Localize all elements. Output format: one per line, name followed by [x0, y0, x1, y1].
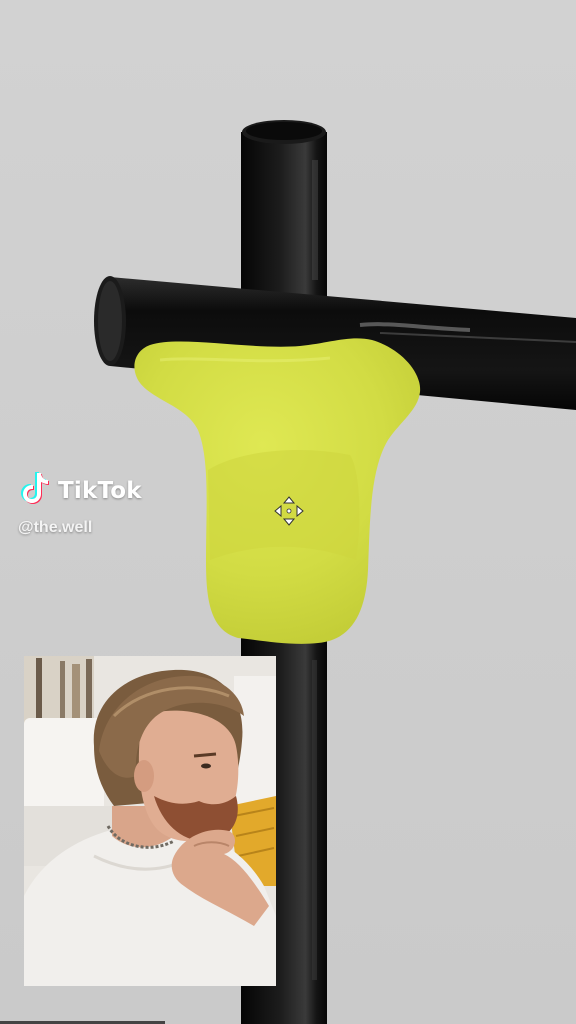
- creator-handle: @the.well: [18, 519, 93, 536]
- yellow-clay-blob: [134, 338, 421, 644]
- tiktok-watermark: TikTok @the.well: [18, 470, 142, 537]
- tiktok-brand-label: TikTok: [58, 477, 142, 504]
- presenter-video-overlay: [24, 656, 276, 986]
- video-canvas: TikTok @the.well: [0, 0, 576, 1024]
- tiktok-note-icon: [18, 470, 52, 511]
- move-arrows-icon[interactable]: [271, 493, 307, 529]
